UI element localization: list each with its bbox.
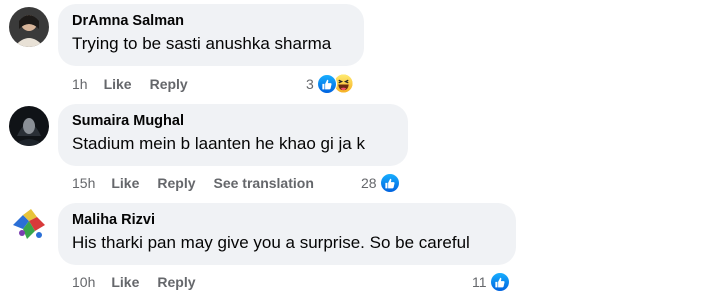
comment-actions: 1h Like Reply: [72, 74, 188, 94]
comment-author[interactable]: Maliha Rizvi: [72, 211, 502, 229]
comment-bubble: Sumaira Mughal Stadium mein b laanten he…: [58, 104, 408, 166]
like-button[interactable]: Like: [111, 274, 139, 290]
comment-actions: 10h Like Reply: [72, 272, 196, 292]
puzzle-avatar-icon: [9, 205, 49, 245]
comment-author[interactable]: DrAmna Salman: [72, 12, 350, 30]
like-button[interactable]: Like: [111, 175, 139, 191]
comment-actions: 15h Like Reply See translation: [72, 173, 314, 193]
comment-text: Trying to be sasti anushka sharma: [72, 34, 332, 53]
reply-button[interactable]: Reply: [157, 274, 195, 290]
comment-timestamp[interactable]: 1h: [72, 76, 88, 92]
like-icon: [379, 173, 400, 193]
reply-button[interactable]: Reply: [157, 175, 195, 191]
see-translation-button[interactable]: See translation: [214, 175, 314, 191]
comment-timestamp[interactable]: 10h: [72, 274, 95, 290]
like-icon: [489, 272, 510, 292]
avatar-photo-icon: [9, 7, 49, 47]
avatar[interactable]: [9, 205, 49, 245]
comment-text: Stadium mein b laanten he khao gi ja k: [72, 134, 365, 153]
reaction-count: 11: [472, 274, 487, 290]
comment-bubble: Maliha Rizvi His tharki pan may give you…: [58, 203, 516, 265]
avatar-photo-icon: [9, 106, 49, 146]
avatar[interactable]: [9, 7, 49, 47]
like-button[interactable]: Like: [104, 76, 132, 92]
comment-text: His tharki pan may give you a surprise. …: [72, 233, 470, 252]
reaction-summary[interactable]: 11: [472, 270, 510, 294]
reaction-count: 28: [361, 175, 377, 191]
reaction-count: 3: [306, 76, 314, 92]
reaction-summary[interactable]: 28: [361, 171, 400, 195]
reply-button[interactable]: Reply: [150, 76, 188, 92]
avatar[interactable]: [9, 106, 49, 146]
like-icon: [316, 74, 337, 94]
comment-bubble: DrAmna Salman Trying to be sasti anushka…: [58, 4, 364, 66]
comment-author[interactable]: Sumaira Mughal: [72, 112, 394, 130]
comment-timestamp[interactable]: 15h: [72, 175, 95, 191]
reaction-summary[interactable]: 3: [306, 72, 355, 96]
